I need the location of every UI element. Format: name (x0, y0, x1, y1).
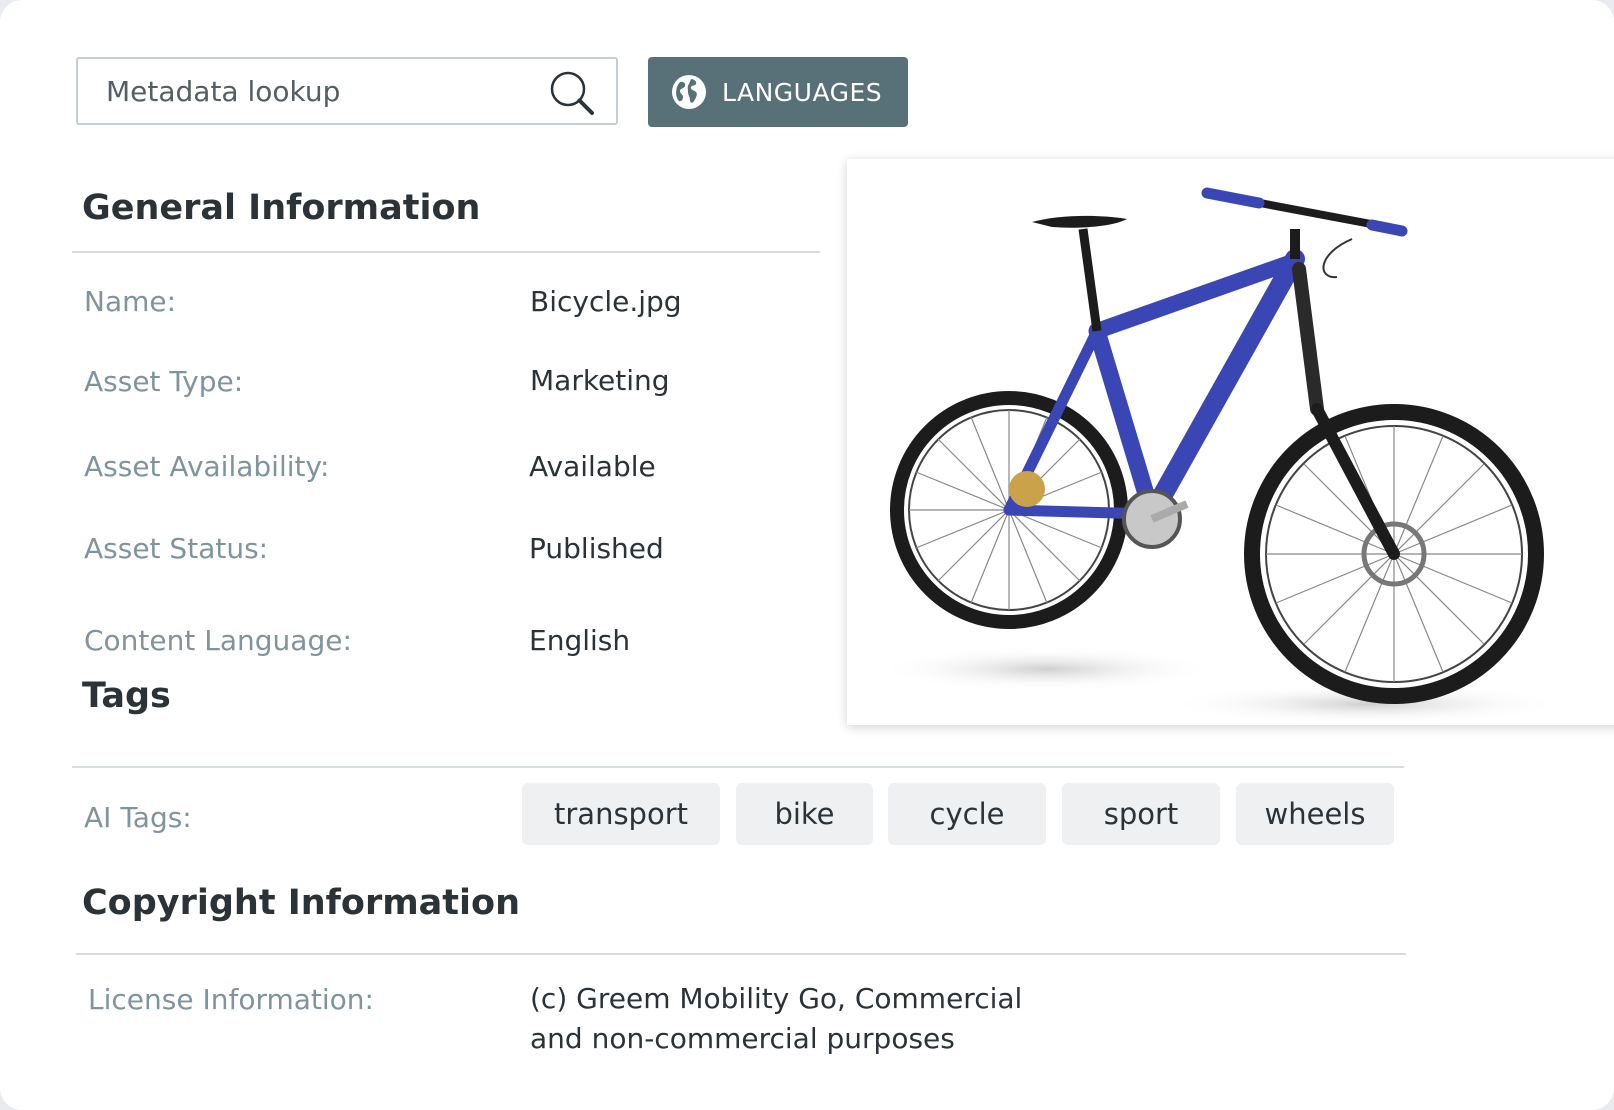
content-language-label: Content Language: (84, 624, 352, 657)
asset-type-label: Asset Type: (84, 365, 244, 398)
license-information-label: License Information: (88, 983, 374, 1016)
license-information-value: (c) Greem Mobility Go, Commercial and no… (530, 979, 1022, 1059)
tag-wheels[interactable]: wheels (1236, 783, 1394, 845)
tag-transport[interactable]: transport (522, 783, 720, 845)
tags-divider (72, 766, 1404, 768)
asset-type-value: Marketing (530, 364, 670, 397)
bicycle-image (877, 187, 1567, 724)
asset-details-card: LANGUAGES General Information Name: Bicy… (0, 0, 1614, 1110)
asset-availability-value: Available (529, 450, 656, 483)
asset-preview-image (847, 159, 1614, 725)
general-information-title: General Information (82, 188, 481, 228)
name-label: Name: (84, 285, 177, 318)
search-icon[interactable] (548, 69, 596, 117)
asset-status-value: Published (529, 532, 664, 565)
asset-status-label: Asset Status: (84, 532, 269, 565)
content-language-value: English (529, 624, 631, 657)
globe-icon (672, 75, 706, 109)
copyright-information-title: Copyright Information (82, 883, 520, 923)
tag-bike[interactable]: bike (736, 783, 873, 845)
license-line-1: (c) Greem Mobility Go, Commercial (530, 982, 1023, 1015)
license-line-2: and non-commercial purposes (530, 1022, 955, 1055)
tag-sport[interactable]: sport (1062, 783, 1220, 845)
search-input[interactable] (106, 74, 526, 108)
copyright-divider (76, 953, 1406, 955)
tags-title: Tags (82, 676, 171, 716)
ai-tags-label: AI Tags: (84, 801, 192, 834)
asset-availability-label: Asset Availability: (84, 450, 330, 483)
languages-button-label: LANGUAGES (722, 77, 883, 107)
general-information-divider (72, 251, 820, 253)
tag-cycle[interactable]: cycle (888, 783, 1046, 845)
search-box[interactable] (76, 57, 618, 125)
name-value: Bicycle.jpg (530, 285, 682, 318)
languages-button[interactable]: LANGUAGES (648, 57, 908, 127)
